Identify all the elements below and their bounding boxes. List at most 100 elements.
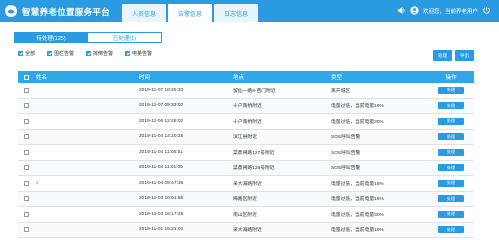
cell-type: 电量过低，当前电量18%: [331, 181, 384, 187]
column-header-name: 姓名: [36, 75, 48, 81]
table-row: 2019-11-04 14:20:28 滨江县附近 SOS呼叫告警 处理: [18, 129, 474, 145]
cell-type: 电量过低，当前电量30%: [331, 119, 384, 125]
row-checkbox[interactable]: [23, 149, 29, 155]
cell-time: 2019-11-03 10:51:55: [139, 196, 184, 202]
column-header-type: 类型: [331, 75, 343, 81]
alarm-filters: 全部 围栏告警 摔倒告警 电量告警: [18, 50, 164, 57]
logout-icon[interactable]: [482, 6, 491, 15]
cell-time: 2019-11-04 14:20:28: [139, 134, 184, 140]
row-process-button[interactable]: 处理: [438, 117, 464, 125]
cell-location: 南山区附近: [233, 212, 257, 218]
table-row: 2019-11-03 16:17:35 南山区附近 电量过低，当前电量30% 处理: [18, 207, 474, 223]
row-checkbox[interactable]: [23, 211, 29, 217]
row-checkbox[interactable]: [23, 118, 29, 124]
row-process-button[interactable]: 处理: [438, 102, 464, 110]
cell-location: 采大海路附近: [233, 228, 262, 234]
filter-label: 围栏告警: [54, 51, 75, 57]
checkbox-icon[interactable]: [86, 51, 92, 56]
row-process-button[interactable]: 处理: [438, 148, 464, 156]
cell-time: 2019-11-07 10:25:33: [139, 87, 184, 93]
table-row: 2 2019-11-04 09:47:36 采大海路附近 电量过低，当前电量18% 处理: [18, 176, 474, 192]
cell-name: 2: [36, 180, 39, 186]
row-process-button[interactable]: 处理: [438, 210, 464, 218]
cell-time: 2019-11-07 09:33:02: [139, 103, 184, 109]
process-button[interactable]: 处理: [433, 50, 452, 61]
select-all-checkbox[interactable]: [23, 74, 29, 80]
row-checkbox[interactable]: [23, 103, 29, 109]
user-avatar-icon: [410, 6, 419, 15]
cell-location: 留仙一路8-西门附近: [233, 88, 276, 94]
tab-pending[interactable]: 待处理(125): [14, 32, 88, 43]
row-process-button[interactable]: 处理: [438, 179, 464, 187]
checkbox-icon[interactable]: [47, 51, 53, 56]
tab-personnel[interactable]: 人员信息: [122, 4, 166, 22]
cell-type: 电量过低，当前电量30%: [331, 212, 384, 218]
row-process-button[interactable]: 处理: [438, 226, 464, 234]
welcome-text: 欢迎您，当前养老用户: [422, 8, 478, 15]
cell-time: 2019-11-04 11:05:51: [139, 149, 183, 155]
row-checkbox[interactable]: [23, 180, 29, 186]
cell-time: 2019-11-04 11:01:05: [139, 165, 183, 171]
cell-time: 2019-11-03 16:17:35: [139, 211, 184, 217]
cell-location: 滨江县附近: [233, 135, 257, 141]
checkbox-icon[interactable]: [125, 51, 131, 56]
filter-label: 摔倒告警: [93, 51, 114, 57]
row-checkbox[interactable]: [23, 227, 29, 233]
cell-type: SOS呼叫告警: [331, 150, 361, 156]
table-row: 2019-11-04 11:01:05 菜鼎闸路128号附近 SOS呼叫告警 处理: [18, 160, 474, 176]
row-checkbox[interactable]: [23, 196, 29, 202]
filter-label: 全部: [25, 51, 36, 57]
column-header-location: 地点: [233, 75, 245, 81]
filter-fall[interactable]: 摔倒告警: [86, 50, 113, 57]
cell-time: 2019-11-06 12:48:02: [139, 118, 184, 124]
cell-location: 采大海路附近: [233, 181, 262, 187]
alarm-table: 姓名 时间 地点 类型 操作 2019-11-07 10:25:33 留仙一路8-…: [18, 71, 474, 238]
cell-location: 菜鼎闸路128号附近: [233, 166, 275, 172]
table-row: 2019-11-04 11:05:51 菜鼎闸路127号附近 SOS呼叫告警 处理: [18, 145, 474, 161]
tab-processed[interactable]: 已处理(1): [88, 32, 162, 43]
row-checkbox[interactable]: [23, 87, 29, 93]
cell-location: 菜鼎闸路127号附近: [233, 150, 275, 156]
tab-logs[interactable]: 日志信息: [214, 4, 258, 22]
table-row: 2019-11-03 10:51:55 梅路区附近 电量过低，当前电量15% 处理: [18, 191, 474, 207]
row-checkbox[interactable]: [23, 165, 29, 171]
cell-time: 2019-11-01 15:21:02: [139, 227, 184, 233]
table-row: 2019-11-06 12:48:02 十户南桥附近 电量过低，当前电量30% 处理: [18, 114, 474, 130]
filter-fence[interactable]: 围栏告警: [47, 50, 74, 57]
cell-time: 2019-11-04 09:47:36: [139, 180, 184, 186]
table-row: 2019-11-01 15:21:02 采大海路附近 电量过低，当前电量19% 处理: [18, 222, 474, 238]
table-body: 2019-11-07 10:25:33 留仙一路8-西门附近 离开城区 处理 2019-…: [18, 83, 474, 238]
cell-type: 离开城区: [331, 88, 351, 94]
filter-all[interactable]: 全部: [18, 50, 35, 57]
checkbox-icon[interactable]: [18, 51, 23, 56]
cell-type: 电量过低，当前电量19%: [331, 104, 384, 110]
top-header: 智慧养老位置服务平台 人员信息 告警信息 日志信息 欢迎您，当前养老用户: [0, 0, 499, 22]
filter-battery[interactable]: 电量告警: [125, 50, 152, 57]
cell-type: 电量过低，当前电量19%: [331, 228, 384, 234]
app-title: 智慧养老位置服务平台: [22, 7, 111, 17]
table-header: 姓名 时间 地点 类型 操作: [18, 71, 474, 83]
row-process-button[interactable]: 处理: [438, 86, 464, 94]
header-user-area: 欢迎您，当前养老用户: [397, 6, 491, 15]
tab-alarms[interactable]: 告警信息: [168, 4, 212, 22]
column-header-time: 时间: [139, 75, 151, 81]
cell-location: 十户南桥附近: [233, 104, 262, 110]
cell-type: 电量过低，当前电量15%: [331, 197, 384, 203]
app-logo-icon: [5, 5, 17, 17]
filter-label: 电量告警: [132, 51, 153, 57]
table-row: 2019-11-07 10:25:33 留仙一路8-西门附近 离开城区 处理: [18, 83, 474, 99]
speaker-icon[interactable]: [397, 6, 406, 15]
status-tabs: 待处理(125) 已处理(1): [14, 32, 162, 43]
row-process-button[interactable]: 处理: [438, 195, 464, 203]
cell-type: SOS呼叫告警: [331, 135, 361, 141]
column-header-action: 操作: [445, 75, 457, 81]
cell-location: 梅路区附近: [233, 197, 257, 203]
row-process-button[interactable]: 处理: [438, 133, 464, 141]
main-nav: 人员信息 告警信息 日志信息: [122, 4, 260, 22]
export-button[interactable]: 导出: [455, 50, 474, 61]
cell-type: SOS呼叫告警: [331, 166, 361, 172]
row-checkbox[interactable]: [23, 134, 29, 140]
table-row: 2019-11-07 09:33:02 十户南桥附近 电量过低，当前电量19% 处理: [18, 98, 474, 114]
row-process-button[interactable]: 处理: [438, 164, 464, 172]
cell-location: 十户南桥附近: [233, 119, 262, 125]
